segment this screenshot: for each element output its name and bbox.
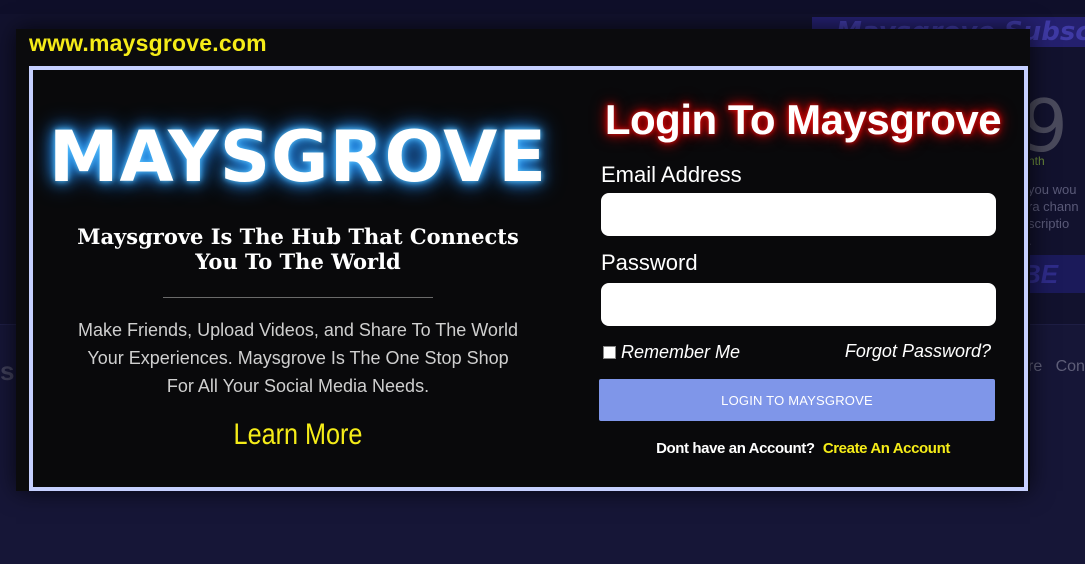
background-price-period: nth	[1028, 154, 1045, 168]
brand-logo-text: MAYSGROVE	[48, 116, 548, 198]
forgot-password-link[interactable]: Forgot Password?	[845, 341, 991, 362]
modal-content: MAYSGROVE Maysgrove Is The Hub That Conn…	[29, 66, 1028, 491]
background-topbar	[0, 0, 1085, 14]
remember-me-checkbox[interactable]	[603, 346, 616, 359]
password-label: Password	[601, 250, 698, 275]
remember-me-row[interactable]: Remember Me	[603, 342, 740, 363]
login-modal: www.maysgrove.com MAYSGROVE Maysgrove Is…	[16, 29, 1030, 491]
background-description-line: ra chann	[1028, 199, 1079, 214]
background-description-line: .	[1028, 232, 1085, 249]
background-nav: re Con	[1028, 358, 1085, 376]
background-description: you wou ra chann scriptio .	[1028, 181, 1085, 249]
background-description-line: you wou	[1028, 182, 1077, 197]
background-description-line: scriptio	[1028, 216, 1070, 231]
divider	[163, 297, 433, 298]
tagline: Maysgrove Is The Hub That Connects You T…	[77, 224, 519, 274]
login-title: Login To Maysgrove	[604, 96, 1002, 143]
intro-text: Make Friends, Upload Videos, and Share T…	[78, 320, 518, 396]
create-account-link[interactable]: Create An Account	[823, 440, 951, 457]
signup-row: Dont have an Account? Create An Account	[593, 440, 1013, 457]
password-field[interactable]	[601, 283, 996, 326]
background-nav-item: Con	[1055, 358, 1085, 375]
remember-me-label[interactable]: Remember Me	[621, 342, 740, 363]
email-label: Email Address	[601, 162, 742, 187]
background-nav-item: re	[1028, 358, 1043, 375]
learn-more-link[interactable]: Learn More	[75, 418, 520, 452]
email-field[interactable]	[601, 193, 996, 236]
signup-prompt: Dont have an Account?	[656, 440, 815, 457]
login-button[interactable]: LOGIN TO MAYSGROVE	[599, 379, 995, 421]
site-url: www.maysgrove.com	[29, 30, 267, 56]
